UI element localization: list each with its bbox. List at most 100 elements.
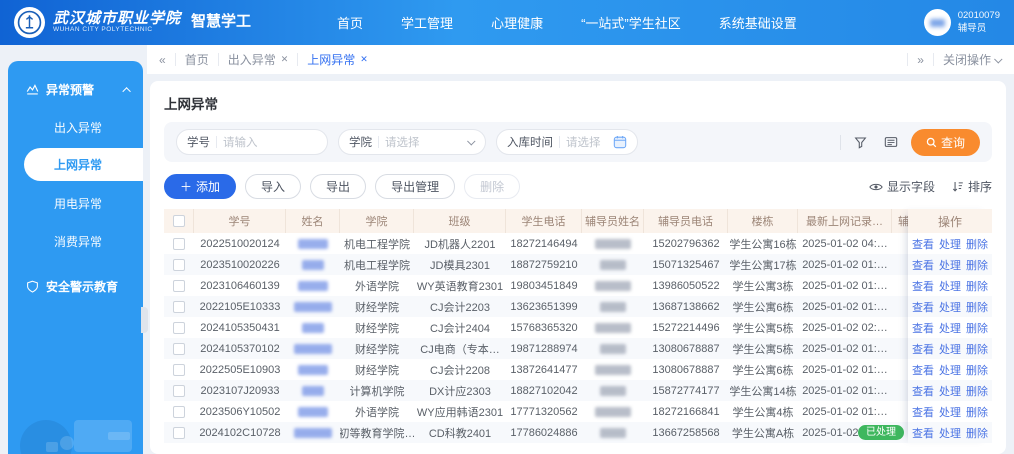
view-link[interactable]: 查看 (912, 320, 934, 336)
plus-icon: ＋ (180, 180, 193, 194)
cell-student-phone: 13872641477 (510, 363, 578, 376)
table-row: 2023107J20933 计算机学院 DX计应2303 18827102042 158… (164, 380, 992, 401)
handle-link[interactable]: 处理 (939, 278, 961, 294)
sidebar-item-internet[interactable]: 上网异常 (24, 148, 143, 181)
view-link[interactable]: 查看 (912, 236, 934, 252)
nav-item-student-affairs[interactable]: 学工管理 (401, 13, 453, 32)
redacted-student-name (298, 280, 328, 291)
nav-item-mental-health[interactable]: 心理健康 (491, 13, 543, 32)
filter-bar: 学号 请输入 学院 请选择 入库时间 请选择 查询 (164, 122, 992, 162)
handle-link[interactable]: 处理 (939, 425, 961, 441)
filter-funnel-icon[interactable] (851, 132, 871, 152)
cell-college: 外语学院 (355, 280, 399, 293)
delete-link[interactable]: 删除 (966, 383, 988, 399)
student-id-filter-input[interactable]: 学号 请输入 (176, 129, 328, 155)
view-link[interactable]: 查看 (912, 425, 934, 441)
sidebar-illustration (8, 384, 143, 454)
delete-link[interactable]: 删除 (966, 404, 988, 420)
sort-button[interactable]: 排序 (951, 178, 992, 195)
tab-strip: « 首页 出入异常 ✕ 上网异常 ✕ » 关闭操作 (147, 45, 1014, 74)
redacted-student-name (302, 385, 324, 396)
delete-button[interactable]: 删除 (464, 174, 521, 199)
action-row: 查看 处理 删除 (908, 296, 992, 317)
college-filter-select[interactable]: 学院 请选择 (338, 129, 486, 155)
delete-link[interactable]: 删除 (966, 299, 988, 315)
row-checkbox[interactable] (173, 426, 185, 439)
tabs-expand-icon[interactable]: » (917, 53, 924, 67)
search-button[interactable]: 查询 (910, 128, 980, 156)
nav-item-student-community[interactable]: “一站式”学生社区 (581, 13, 681, 32)
table-row: 2024102C10728 初等教育学院… CD科教2401 17786024886 1… (164, 422, 992, 443)
view-link[interactable]: 查看 (912, 362, 934, 378)
cell-counselor-phone: 13080678887 (652, 342, 720, 355)
handle-link[interactable]: 处理 (939, 383, 961, 399)
table-row: 2023506Y10502 外语学院 WY应用韩语2301 17771320562 18… (164, 401, 992, 422)
cell-class: JD模具2301 (430, 259, 490, 272)
export-button[interactable]: 导出 (310, 174, 367, 199)
delete-link[interactable]: 删除 (966, 341, 988, 357)
handle-link[interactable]: 处理 (939, 257, 961, 273)
row-checkbox[interactable] (173, 258, 185, 271)
cell-student-phone: 15768365320 (510, 321, 578, 334)
tab-home[interactable]: 首页 (185, 51, 209, 68)
handle-link[interactable]: 处理 (939, 404, 961, 420)
sidebar-collapse-handle[interactable] (141, 307, 148, 333)
delete-link[interactable]: 删除 (966, 320, 988, 336)
add-button[interactable]: ＋添加 (164, 174, 237, 199)
layout-settings-icon[interactable] (881, 132, 901, 152)
row-checkbox[interactable] (173, 300, 185, 313)
delete-link[interactable]: 删除 (966, 278, 988, 294)
row-checkbox[interactable] (173, 279, 185, 292)
view-link[interactable]: 查看 (912, 278, 934, 294)
row-checkbox[interactable] (173, 342, 185, 355)
redacted-student-name (302, 322, 324, 333)
tab-internet[interactable]: 上网异常 ✕ (307, 51, 368, 68)
delete-link[interactable]: 删除 (966, 257, 988, 273)
tab-entry-exit[interactable]: 出入异常 ✕ (228, 51, 289, 68)
sidebar-group-safety-education[interactable]: 安全警示教育 (8, 260, 143, 305)
cell-last-record: 2025-01-02 04:… (802, 237, 888, 250)
row-checkbox[interactable] (173, 237, 185, 250)
header-checkbox[interactable] (172, 215, 185, 227)
sidebar: 异常预警 出入异常 上网异常 用电异常 消费异常 安全警示教育 (8, 61, 143, 454)
tabs-collapse-icon[interactable]: « (159, 53, 166, 67)
redacted-student-name (294, 301, 332, 312)
user-box[interactable]: 02010079 辅导员 (923, 9, 1000, 36)
row-checkbox[interactable] (173, 363, 185, 376)
avatar-image (929, 18, 945, 27)
import-button[interactable]: 导入 (245, 174, 302, 199)
user-avatar[interactable] (923, 9, 951, 36)
view-link[interactable]: 查看 (912, 404, 934, 420)
row-checkbox[interactable] (173, 321, 185, 334)
handle-link[interactable]: 处理 (939, 320, 961, 336)
nav-item-system-settings[interactable]: 系统基础设置 (719, 13, 797, 32)
close-icon[interactable]: ✕ (360, 54, 368, 65)
cell-student-id: 2022505E10903 (199, 363, 281, 376)
close-icon[interactable]: ✕ (281, 54, 289, 65)
sidebar-item-consumption[interactable]: 消费异常 (8, 222, 143, 260)
row-checkbox[interactable] (173, 405, 185, 418)
cell-last-record: 2025-01-02 01:… (802, 279, 888, 292)
import-time-filter-date[interactable]: 入库时间 请选择 (496, 129, 638, 155)
delete-link[interactable]: 删除 (966, 362, 988, 378)
handle-link[interactable]: 处理 (939, 236, 961, 252)
delete-link[interactable]: 删除 (966, 236, 988, 252)
cell-counselor-phone: 18272166841 (652, 405, 720, 418)
row-checkbox[interactable] (173, 384, 185, 397)
sidebar-item-electricity[interactable]: 用电异常 (8, 184, 143, 222)
delete-link[interactable]: 删除 (966, 425, 988, 441)
show-fields-button[interactable]: 显示字段 (869, 178, 935, 195)
sidebar-group-warning[interactable]: 异常预警 (8, 61, 143, 108)
view-link[interactable]: 查看 (912, 341, 934, 357)
view-link[interactable]: 查看 (912, 299, 934, 315)
nav-item-home[interactable]: 首页 (337, 13, 363, 32)
handle-link[interactable]: 处理 (939, 341, 961, 357)
sidebar-item-entry-exit[interactable]: 出入异常 (8, 108, 143, 146)
handle-link[interactable]: 处理 (939, 299, 961, 315)
close-actions-dropdown[interactable]: 关闭操作 (943, 51, 1003, 68)
redacted-student-name (298, 364, 328, 375)
handle-link[interactable]: 处理 (939, 362, 961, 378)
view-link[interactable]: 查看 (912, 257, 934, 273)
export-manage-button[interactable]: 导出管理 (375, 174, 456, 199)
view-link[interactable]: 查看 (912, 383, 934, 399)
